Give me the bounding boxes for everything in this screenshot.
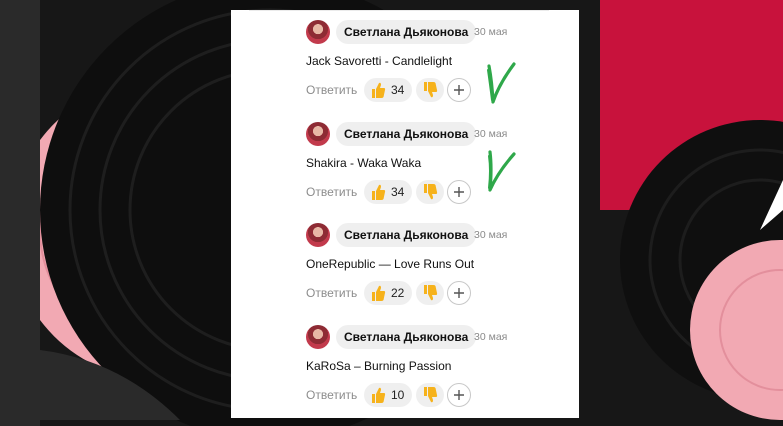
plus-icon	[454, 187, 464, 197]
check-mark-icon	[487, 62, 516, 104]
thumbs-up-icon	[372, 82, 386, 98]
like-button[interactable]: 34	[364, 78, 412, 102]
like-button[interactable]: 34	[364, 180, 412, 204]
add-reaction-button[interactable]	[447, 281, 471, 305]
plus-icon	[454, 390, 464, 400]
panel-top-divider	[249, 10, 549, 11]
thumbs-up-icon	[372, 184, 386, 200]
dislike-button[interactable]	[416, 281, 444, 305]
reply-button[interactable]: Ответить	[306, 383, 357, 407]
comment-date: 30 мая	[474, 128, 508, 140]
like-button[interactable]: 22	[364, 281, 412, 305]
add-reaction-button[interactable]	[447, 78, 471, 102]
comment-text: OneRepublic — Love Runs Out	[306, 257, 475, 271]
comment-text: KaRoSa – Burning Passion	[306, 359, 452, 373]
comment-item: Светлана Дьяконова 30 мая Jack Savoretti…	[306, 20, 566, 110]
add-reaction-button[interactable]	[447, 180, 471, 204]
avatar[interactable]	[306, 20, 330, 44]
author-name[interactable]: Светлана Дьяконова	[336, 325, 477, 349]
thumbs-down-icon	[424, 387, 438, 403]
comment-item: Светлана Дьяконова 30 мая Shakira - Waka…	[306, 122, 566, 212]
author-name[interactable]: Светлана Дьяконова	[336, 20, 477, 44]
reply-button[interactable]: Ответить	[306, 281, 357, 305]
avatar[interactable]	[306, 223, 330, 247]
thumbs-down-icon	[424, 285, 438, 301]
author-name[interactable]: Светлана Дьяконова	[336, 122, 477, 146]
author-name[interactable]: Светлана Дьяконова	[336, 223, 477, 247]
comment-text: Shakira - Waka Waka	[306, 156, 422, 170]
thumbs-up-icon	[372, 285, 386, 301]
plus-icon	[454, 85, 464, 95]
avatar[interactable]	[306, 325, 330, 349]
dislike-button[interactable]	[416, 180, 444, 204]
comment-date: 30 мая	[474, 229, 508, 241]
comment-date: 30 мая	[474, 331, 508, 343]
plus-icon	[454, 288, 464, 298]
thumbs-up-icon	[372, 387, 386, 403]
like-count: 10	[391, 388, 405, 402]
dislike-button[interactable]	[416, 383, 444, 407]
avatar[interactable]	[306, 122, 330, 146]
comments-panel: Светлана Дьяконова 30 мая Jack Savoretti…	[231, 10, 579, 418]
check-mark-icon	[488, 150, 516, 192]
thumbs-down-icon	[424, 184, 438, 200]
like-count: 34	[391, 185, 405, 199]
reply-button[interactable]: Ответить	[306, 78, 357, 102]
add-reaction-button[interactable]	[447, 383, 471, 407]
thumbs-down-icon	[424, 82, 438, 98]
comment-date: 30 мая	[474, 26, 508, 38]
like-count: 34	[391, 83, 405, 97]
comment-text: Jack Savoretti - Candlelight	[306, 54, 453, 68]
comment-item: Светлана Дьяконова 30 мая KaRoSa – Burni…	[306, 325, 566, 415]
dislike-button[interactable]	[416, 78, 444, 102]
like-count: 22	[391, 286, 405, 300]
reply-button[interactable]: Ответить	[306, 180, 357, 204]
left-edge-shadow	[0, 0, 40, 426]
comment-item: Светлана Дьяконова 30 мая OneRepublic — …	[306, 223, 566, 313]
like-button[interactable]: 10	[364, 383, 412, 407]
